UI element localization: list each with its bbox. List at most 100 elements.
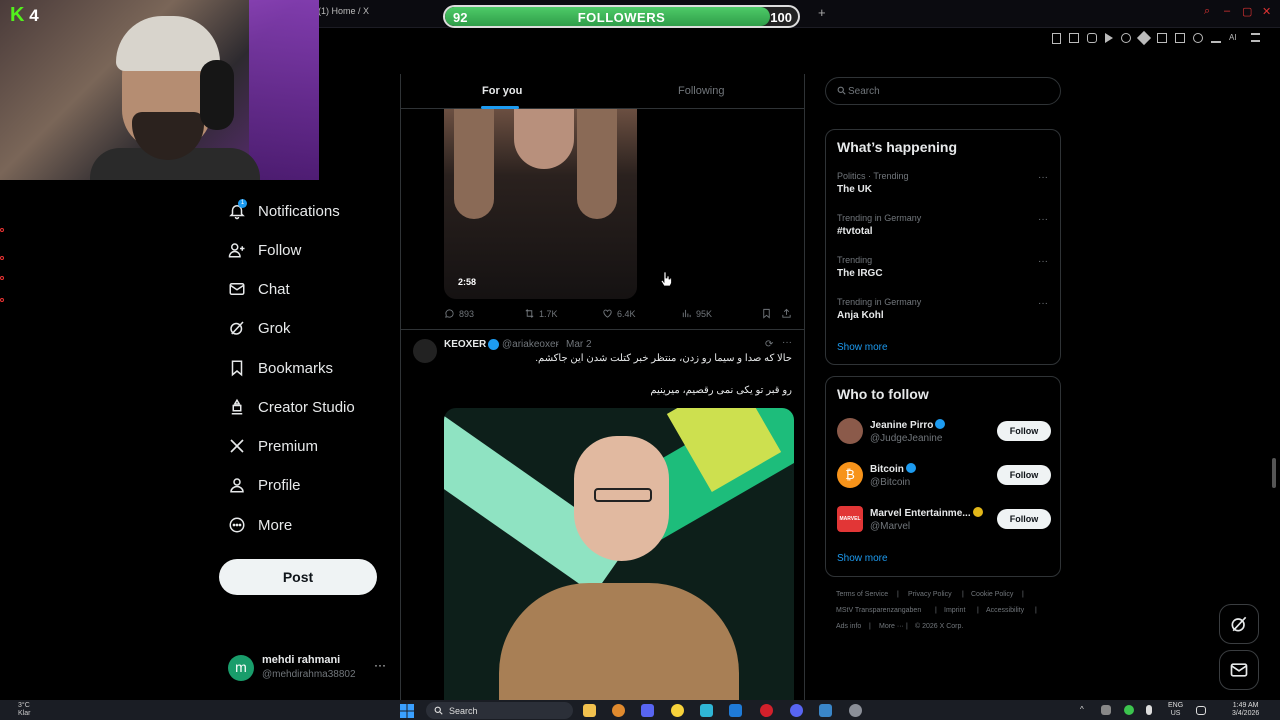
grok-floating-button[interactable] [1219, 604, 1259, 644]
sidebar-item-notifications[interactable]: Notifications 1 [228, 199, 340, 223]
tab-following[interactable]: Following [678, 85, 724, 97]
tray-icon[interactable] [1124, 705, 1134, 715]
footer-link[interactable]: Terms of Service [836, 591, 888, 598]
app-icon[interactable] [612, 704, 625, 717]
messages-floating-button[interactable] [1219, 650, 1259, 690]
account-icon[interactable] [1193, 33, 1203, 43]
follow-button[interactable]: Follow [997, 421, 1051, 441]
sidebar-item-premium[interactable]: Premium [228, 434, 318, 458]
windows-start-icon[interactable] [400, 704, 414, 718]
download-icon[interactable] [1211, 33, 1221, 43]
tweet-video[interactable]: 2:58 [444, 109, 637, 299]
ai-icon[interactable]: AI [1229, 33, 1243, 45]
share-button[interactable] [781, 308, 792, 319]
sidebar-item-more[interactable]: More [228, 513, 292, 537]
sidebar-item-grok[interactable]: Grok [228, 316, 291, 340]
file-explorer-icon[interactable] [583, 704, 596, 717]
language-indicator[interactable]: ENG US [1168, 702, 1183, 718]
search-input[interactable]: Search [825, 77, 1061, 105]
tab-for-you[interactable]: For you [482, 85, 522, 97]
tray-icon[interactable] [1101, 705, 1111, 715]
tweet-more-icon[interactable]: ··· [782, 337, 792, 348]
sidebar-item-creator-studio[interactable]: Creator Studio [228, 395, 355, 419]
heart-icon[interactable] [1121, 33, 1131, 43]
follow-button[interactable]: Follow [997, 509, 1051, 529]
weather-widget[interactable]: 3°C Klar [6, 702, 30, 718]
reply-button[interactable]: 893 [444, 308, 474, 319]
taskbar-search[interactable]: Search [426, 702, 573, 719]
bitcoin-avatar[interactable]: ₿ [837, 462, 863, 488]
store-icon[interactable] [700, 704, 713, 717]
footer-link[interactable]: Cookie Policy [971, 591, 1013, 598]
network-icon[interactable] [1196, 706, 1206, 715]
footer-link[interactable]: Imprint [944, 607, 965, 614]
trend-category: Trending [837, 255, 873, 265]
maximize-icon[interactable]: ▢ [1242, 5, 1252, 18]
footer-link[interactable]: More ··· [879, 623, 904, 630]
trend-item[interactable]: Anja Kohl [837, 310, 884, 321]
tweet-date[interactable]: Mar 2 [566, 339, 592, 350]
tray-chevron-icon[interactable]: ^ [1080, 705, 1084, 714]
avatar[interactable] [837, 418, 863, 444]
teams-icon[interactable] [641, 704, 654, 717]
minimize-icon[interactable]: – [1224, 5, 1230, 17]
footer-link[interactable]: MStV Transparenzangaben [836, 607, 921, 614]
clock[interactable]: 1:49 AM 3/4/2026 [1232, 702, 1259, 718]
trend-more-icon[interactable]: ··· [1038, 172, 1048, 183]
menu-icon[interactable] [1251, 33, 1260, 42]
repost-button[interactable]: 1.7K [524, 308, 558, 319]
outlook-icon[interactable] [729, 704, 742, 717]
cube-icon[interactable] [1175, 33, 1185, 43]
like-button[interactable]: 6.4K [602, 308, 636, 319]
sidebar-item-bookmarks[interactable]: Bookmarks [228, 356, 333, 380]
suggested-account-name[interactable]: Jeanine Pirro [870, 419, 946, 431]
tweet-author-name[interactable]: KEOXER [444, 339, 486, 350]
discord-icon[interactable] [790, 704, 803, 717]
tweet-image[interactable] [444, 408, 794, 720]
follow-button[interactable]: Follow [997, 465, 1051, 485]
sidebar-item-profile[interactable]: Profile [228, 473, 301, 497]
screenshot-icon[interactable] [1069, 33, 1079, 43]
trend-item[interactable]: The UK [837, 184, 872, 195]
grok-explain-icon[interactable]: ⟳ [765, 339, 773, 350]
page-scrollbar[interactable] [1272, 458, 1276, 488]
play-icon[interactable] [1105, 33, 1113, 43]
shield-icon[interactable] [1087, 33, 1097, 43]
sidebar-item-chat[interactable]: Chat [228, 277, 290, 301]
bookmark-button[interactable] [761, 308, 772, 319]
extension-icon[interactable] [1136, 30, 1152, 46]
sidebar-item-follow[interactable]: Follow [228, 238, 301, 262]
opera-icon[interactable] [760, 704, 773, 717]
active-tab-indicator [481, 106, 519, 109]
footer-link[interactable]: Ads info [836, 623, 861, 630]
views-button[interactable]: 95K [681, 308, 712, 319]
who-to-follow-show-more-link[interactable]: Show more [837, 553, 888, 564]
new-tab-button[interactable]: + [818, 5, 826, 20]
footer-link[interactable]: Accessibility [986, 607, 1024, 614]
trend-more-icon[interactable]: ··· [1038, 298, 1048, 309]
close-icon[interactable]: ✕ [1262, 5, 1271, 18]
puzzle-icon[interactable] [1157, 33, 1167, 43]
account-switcher[interactable]: m mehdi rahmani @mehdirahma38802 ··· [228, 650, 388, 686]
marvel-avatar[interactable]: MARVEL [837, 506, 863, 532]
microphone-icon[interactable] [1146, 705, 1152, 715]
tweet-author-handle[interactable]: @ariakeoxer [502, 339, 559, 350]
trend-more-icon[interactable]: ··· [1038, 256, 1048, 267]
steam-icon[interactable] [819, 704, 832, 717]
tweet-author-avatar[interactable] [413, 339, 437, 363]
trends-show-more-link[interactable]: Show more [837, 342, 888, 353]
browser-tab-title[interactable]: (1) Home / X [318, 6, 369, 16]
footer-link[interactable]: Privacy Policy [908, 591, 952, 598]
settings-icon[interactable] [849, 704, 862, 717]
suggested-account-name[interactable]: Marvel Entertainme... [870, 507, 983, 519]
sidebar-item-label: Bookmarks [258, 359, 334, 377]
app-icon[interactable] [671, 704, 684, 717]
search-icon[interactable]: ⌕ [1204, 5, 1210, 18]
trend-item[interactable]: #tvtotal [837, 226, 873, 237]
trend-item[interactable]: The IRGC [837, 268, 883, 279]
suggested-account-name[interactable]: Bitcoin [870, 463, 916, 475]
account-more-icon[interactable]: ··· [374, 658, 386, 672]
post-button[interactable]: Post [219, 559, 377, 595]
bookmark-icon[interactable] [1052, 33, 1061, 44]
trend-more-icon[interactable]: ··· [1038, 214, 1048, 225]
